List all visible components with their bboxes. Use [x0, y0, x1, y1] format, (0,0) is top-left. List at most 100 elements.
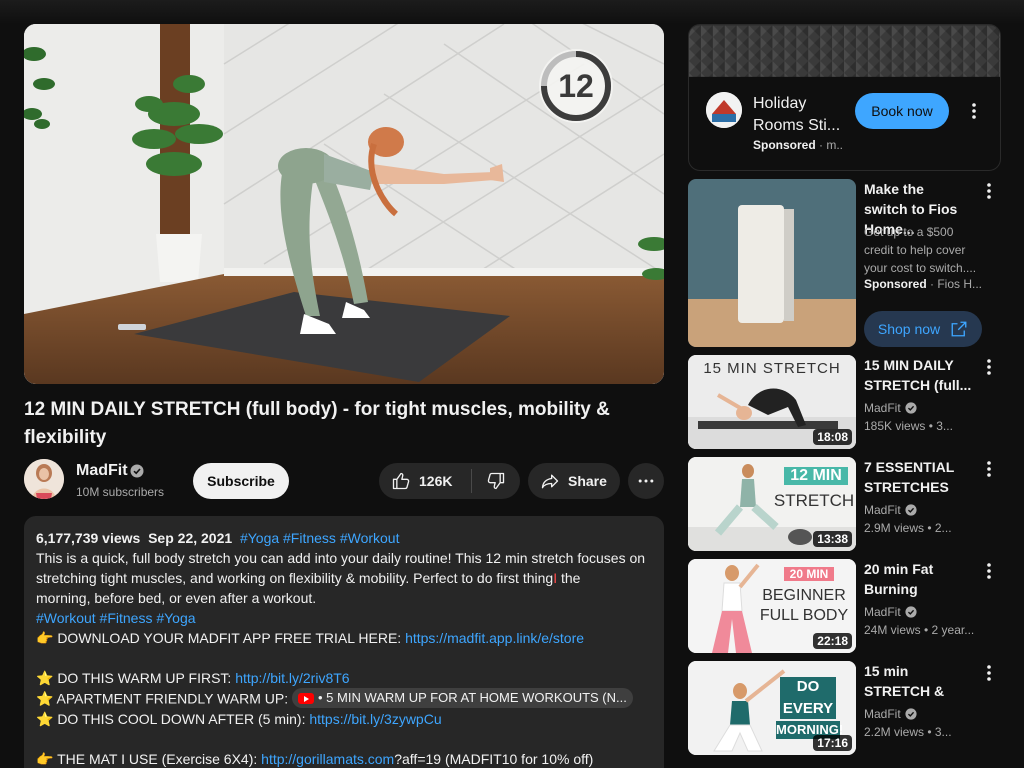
external-link-icon — [951, 321, 967, 337]
advertiser-logo-icon — [706, 92, 742, 128]
subscriber-count: 10M subscribers — [76, 485, 165, 499]
download-text: 👉 DOWNLOAD YOUR MADFIT APP FREE TRIAL HE… — [36, 630, 406, 646]
more-horizontal-icon — [638, 479, 654, 483]
thumbnail-caption-1: 20 MIN — [784, 567, 834, 581]
description-meta: 6,177,739 views Sep 22, 2021 #Yoga #Fitn… — [36, 528, 652, 548]
video-menu-button[interactable] — [977, 661, 1001, 685]
ad-card[interactable]: Holiday Rooms Sti... Sponsored · m.. Boo… — [688, 24, 1001, 171]
description-line-2-text: stretching tight muscles, and working on… — [36, 570, 554, 586]
share-button[interactable]: Share — [528, 463, 620, 499]
video-duration: 17:16 — [813, 735, 852, 751]
video-menu-button[interactable] — [977, 355, 1001, 379]
book-now-button[interactable]: Book now — [855, 93, 949, 129]
meta-hashtags[interactable]: #Yoga #Fitness #Workout — [240, 530, 400, 546]
thumbs-down-icon — [487, 472, 505, 490]
router-image — [688, 179, 856, 347]
ad-menu-button[interactable] — [962, 99, 986, 123]
video-meta: 2.2M views • 3... — [864, 725, 952, 739]
more-actions-button[interactable] — [628, 463, 664, 499]
cooldown-line: ⭐ DO THIS COOL DOWN AFTER (5 min): https… — [36, 709, 652, 729]
video-title[interactable]: 7 ESSENTIAL STRETCHES YO... — [864, 457, 976, 497]
recommended-video[interactable]: 15 MIN STRETCH 18:08 15 MIN DAILY STRETC… — [688, 355, 1001, 451]
video-player[interactable]: 12 — [24, 24, 664, 384]
owner-row: MadFit 10M subscribers Subscribe 126K Sh… — [24, 459, 664, 503]
video-duration: 13:38 — [813, 531, 852, 547]
video-thumbnail[interactable]: 15 MIN STRETCH 18:08 — [688, 355, 856, 449]
ad-sponsored-label: Sponsored — [753, 138, 816, 152]
mat-text: 👉 THE MAT I USE (Exercise 6X4): — [36, 750, 262, 767]
warmup-link[interactable]: http://bit.ly/2riv8T6 — [235, 670, 349, 686]
video-meta: 2.9M views • 2... — [864, 521, 952, 535]
video-menu-button[interactable] — [977, 457, 1001, 481]
more-vertical-icon — [987, 563, 991, 579]
video-channel[interactable]: MadFit — [864, 707, 917, 721]
thumbnail-caption-2: BEGINNER — [762, 587, 846, 604]
cooldown-link[interactable]: https://bit.ly/3zywpCu — [309, 711, 441, 727]
shop-now-button[interactable]: Shop now — [864, 311, 982, 347]
thumbnail-caption-2: STRETCH — [773, 491, 855, 510]
video-thumbnail[interactable]: DO THIS EVERY MORNING! 17:16 — [688, 661, 856, 755]
description-line-2: stretching tight muscles, and working on… — [36, 568, 652, 588]
description-box[interactable]: 6,177,739 views Sep 22, 2021 #Yoga #Fitn… — [24, 516, 664, 768]
dislike-button[interactable] — [472, 463, 520, 499]
sponsor-name: · Fios H... — [926, 277, 983, 291]
sponsored-thumbnail[interactable] — [688, 179, 856, 347]
thumbnail-caption-1: 12 MIN — [784, 467, 848, 485]
sponsored-line: Sponsored · Fios H... — [864, 277, 982, 291]
ad-sponsored-line: Sponsored · m.. — [753, 138, 843, 152]
apartment-video-chip[interactable]: • 5 MIN WARM UP FOR AT HOME WORKOUTS (N.… — [292, 688, 633, 708]
verified-icon — [905, 606, 917, 618]
more-vertical-icon — [987, 359, 991, 375]
video-title[interactable]: 15 min STRETCH & TRAIN GOOD... — [864, 661, 976, 701]
cooldown-text: ⭐ DO THIS COOL DOWN AFTER (5 min): — [36, 710, 310, 727]
description-hashtags[interactable]: #Workout #Fitness #Yoga — [36, 608, 652, 628]
view-count: 6,177,739 views — [36, 530, 141, 546]
recommended-video[interactable]: DO THIS EVERY MORNING! 17:16 15 min STRE… — [688, 661, 1001, 757]
like-dislike-group: 126K — [379, 463, 520, 499]
video-title[interactable]: 20 min Fat Burning Workou... — [864, 559, 976, 599]
advertiser-logo — [706, 92, 742, 128]
channel-name[interactable]: MadFit — [76, 462, 128, 480]
thumbnail-caption-2: EVERY — [780, 699, 836, 719]
sponsored-description: Get up to a $500 credit to help cover yo… — [864, 225, 977, 275]
ad-title[interactable]: Holiday Rooms Sti... — [753, 93, 849, 137]
mat-link[interactable]: http://gorillamats.com — [261, 751, 394, 767]
warmup-line: ⭐ DO THIS WARM UP FIRST: http://bit.ly/2… — [36, 668, 652, 688]
video-channel[interactable]: MadFit — [864, 503, 917, 517]
warmup-text: ⭐ DO THIS WARM UP FIRST: — [36, 670, 236, 686]
channel-name: MadFit — [864, 401, 901, 415]
video-channel[interactable]: MadFit — [864, 605, 917, 619]
video-menu-button[interactable] — [977, 559, 1001, 583]
download-link[interactable]: https://madfit.app.link/e/store — [405, 630, 584, 646]
like-count: 126K — [419, 473, 453, 489]
like-button[interactable]: 126K — [379, 463, 471, 499]
apartment-chip-label: • 5 MIN WARM UP FOR AT HOME WORKOUTS (N.… — [318, 690, 627, 705]
verified-icon — [905, 708, 917, 720]
thumbs-up-icon — [392, 472, 410, 490]
recommended-video[interactable]: 20 MIN BEGINNER FULL BODY 22:18 20 min F… — [688, 559, 1001, 655]
video-meta: 185K views • 3... — [864, 419, 953, 433]
thumbnail-caption: 15 MIN STRETCH — [703, 360, 841, 377]
subscribe-button[interactable]: Subscribe — [193, 463, 289, 499]
video-title[interactable]: 15 MIN DAILY STRETCH (full... — [864, 355, 976, 395]
top-fade — [0, 0, 1024, 24]
more-vertical-icon — [987, 183, 991, 199]
verified-icon — [905, 504, 917, 516]
video-thumbnail[interactable]: 12 MIN STRETCH 13:38 — [688, 457, 856, 551]
video-channel[interactable]: MadFit — [864, 401, 917, 415]
download-line: 👉 DOWNLOAD YOUR MADFIT APP FREE TRIAL HE… — [36, 628, 652, 648]
channel-name: MadFit — [864, 605, 901, 619]
shop-now-label: Shop now — [877, 321, 941, 337]
description-line-3: morning, before bed, or even after a wor… — [36, 590, 317, 606]
apartment-text: ⭐ APARTMENT FRIENDLY WARM UP: — [36, 690, 292, 707]
sponsored-video[interactable]: Make the switch to Fios Home... Get up t… — [688, 179, 1001, 349]
sponsored-menu-button[interactable] — [977, 179, 1001, 203]
verified-icon — [130, 464, 144, 478]
video-thumbnail[interactable]: 20 MIN BEGINNER FULL BODY 22:18 — [688, 559, 856, 653]
recommended-video[interactable]: 12 MIN STRETCH 13:38 7 ESSENTIAL STRETCH… — [688, 457, 1001, 553]
avatar-image — [24, 459, 64, 499]
channel-avatar[interactable] — [24, 459, 64, 499]
more-vertical-icon — [987, 461, 991, 477]
ad-banner-image — [689, 25, 1000, 77]
